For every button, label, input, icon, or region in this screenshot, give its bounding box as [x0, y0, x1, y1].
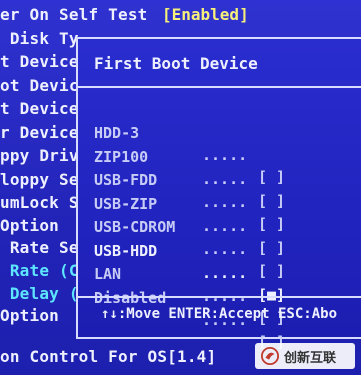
bg-line-5: t Device — [0, 99, 79, 118]
watermark-badge: 创新互联 — [255, 343, 355, 369]
bg-line-4: ot Devic — [0, 76, 79, 95]
bg-line-11: Rate Se — [0, 238, 79, 257]
boot-option-disabled[interactable]: Disabled ..... [ ] — [94, 265, 361, 351]
bg-line-3: t Device — [0, 52, 79, 71]
boot-option-hdd-3[interactable]: HDD-3 ..... [ ] — [94, 100, 361, 186]
boot-option-zip100[interactable]: ZIP100 ..... [ ] — [94, 124, 361, 210]
boot-option-lan[interactable]: LAN ..... [ ] — [94, 241, 361, 327]
bg-line-12: Rate (C — [0, 261, 79, 280]
watermark-text: 创新互联 — [284, 350, 337, 366]
bg-line-10: Option — [0, 216, 59, 235]
bg-line-13: Delay ( — [0, 284, 79, 303]
watermark-logo-icon — [261, 347, 279, 365]
bg-line-2: Disk Ty — [0, 29, 79, 48]
bg-line-8: loppy Se — [0, 170, 79, 189]
title-divider — [78, 86, 361, 88]
bg-line-9: umLock S — [0, 193, 79, 212]
boot-option-usb-fdd[interactable]: USB-FDD ..... [ ] — [94, 147, 361, 233]
dialog-title: First Boot Device — [94, 54, 258, 73]
bg-setting-value: [Enabled] — [162, 5, 249, 24]
key-help-footer: ↑↓:Move ENTER:Accept ESC:Abo — [101, 306, 338, 322]
bg-line-1: er On Self Test — [0, 5, 148, 24]
bg-line-14: Option — [0, 306, 59, 325]
boot-option-usb-cdrom[interactable]: USB-CDROM ..... [ ] — [94, 194, 361, 280]
boot-option-usb-zip[interactable]: USB-ZIP ..... [ ] — [94, 171, 361, 257]
boot-option-usb-hdd[interactable]: USB-HDD ..... [■] — [94, 218, 361, 304]
boot-device-list: HDD-3 ..... [ ] ZIP100 ..... [ ] USB-FDD… — [94, 100, 361, 351]
footer-divider — [78, 296, 361, 298]
bg-line-6: r Device — [0, 123, 79, 142]
